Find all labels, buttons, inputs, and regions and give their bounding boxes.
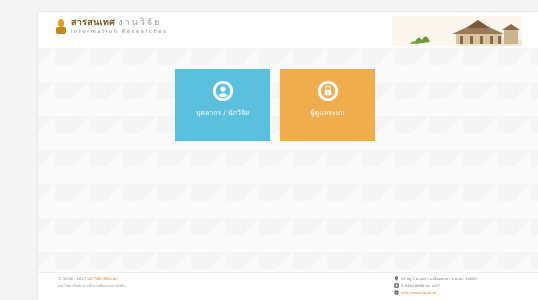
admin-login-tile[interactable]: ผู้ดูแลระบบ xyxy=(280,69,375,141)
map-marker-icon xyxy=(395,276,398,281)
logo-title-suffix: งานวิจัย xyxy=(118,18,162,28)
website-row: http://www.up.ac.th xyxy=(394,289,477,296)
phone-icon xyxy=(394,283,399,288)
address-text: 19 หมู่ 2 ต.แม่กา อ.เมืองพะเยา จ.พะเยา 5… xyxy=(401,276,477,281)
site-logo[interactable]: สารสนเทศ งานวิจัย Information Researches xyxy=(56,19,168,35)
personnel-login-tile[interactable]: บุคลากร / นักวิจัย xyxy=(175,69,270,141)
address-row: 19 หมู่ 2 ต.แม่กา อ.เมืองพะเยา จ.พะเยา 5… xyxy=(394,275,477,282)
copyright-text: © 2016 - 2017 มหาวิทยาลัยพะเยา xyxy=(58,276,119,281)
admin-tile-label: ผู้ดูแลระบบ xyxy=(310,109,345,117)
globe-icon xyxy=(394,290,399,295)
personnel-tile-label: บุคลากร / นักวิจัย xyxy=(195,109,250,117)
lock-icon xyxy=(317,81,338,101)
phone-text: 0-5446-6666 ต่อ 1027 xyxy=(401,283,441,288)
contact-info: 19 หมู่ 2 ต.แม่กา อ.เมืองพะเยา จ.พะเยา 5… xyxy=(394,275,477,296)
main-content: บุคลากร / นักวิจัย ผู้ดูแลระบบ xyxy=(38,48,538,272)
university-link[interactable]: มหาวิทยาลัยพะเยา xyxy=(87,276,118,281)
logo-subtitle: Information Researches xyxy=(71,29,168,35)
site-footer: © 2016 - 2017 มหาวิทยาลัยพะเยา มหาวิทยาล… xyxy=(38,272,538,300)
page-container: สารสนเทศงานวิจัย Information Researches xyxy=(38,12,538,300)
user-icon xyxy=(212,81,233,101)
logo-emblem-icon xyxy=(56,19,66,35)
building-banner-image xyxy=(392,16,522,46)
logo-title: สารสนเทศ xyxy=(71,18,116,28)
website-link[interactable]: http://www.up.ac.th xyxy=(401,291,436,295)
site-header: สารสนเทศ งานวิจัย Information Researches xyxy=(38,12,538,48)
phone-row: 0-5446-6666 ต่อ 1027 xyxy=(394,282,477,289)
copyright-subtext: มหาวิทยาลัยพะเยาเพื่อการพัฒนาอย่างยั่งยื… xyxy=(58,284,126,288)
browser-viewport: สารสนเทศงานวิจัย Information Researches xyxy=(0,0,538,300)
